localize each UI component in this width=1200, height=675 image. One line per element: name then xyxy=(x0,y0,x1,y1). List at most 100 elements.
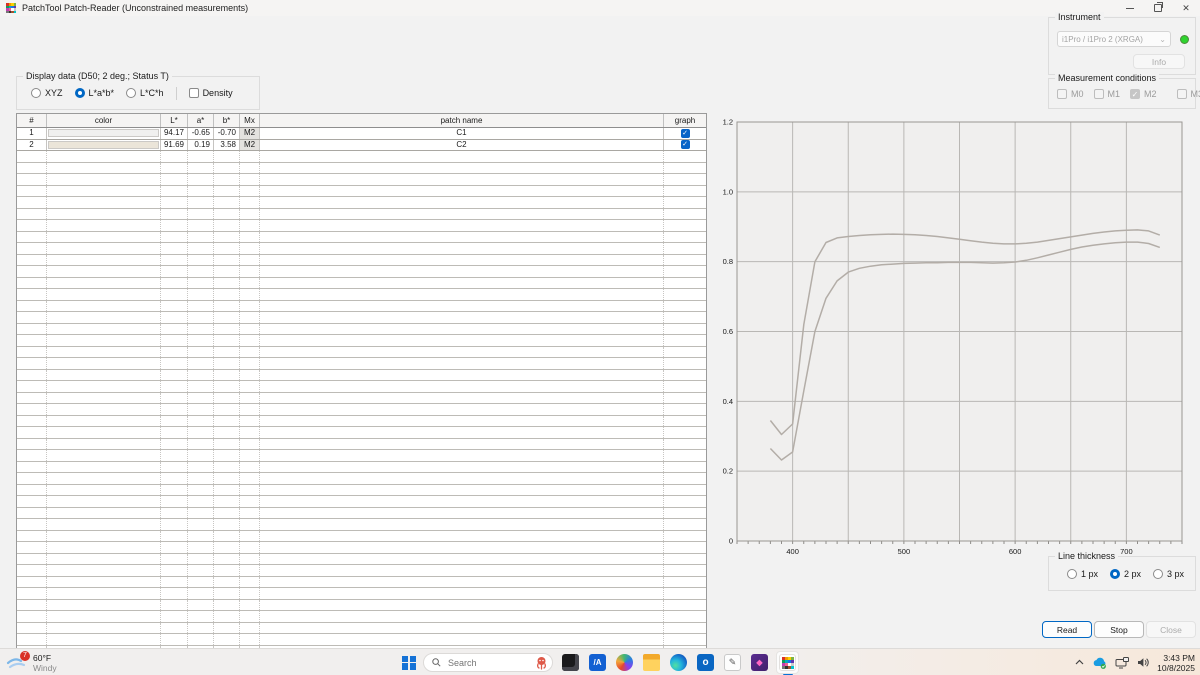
app-icon-dark-glyph xyxy=(562,654,579,671)
graph-checkbox[interactable] xyxy=(681,129,690,138)
cell-a: 0.19 xyxy=(188,140,214,151)
option-label: 3 px xyxy=(1167,569,1184,579)
option-label: L*C*h xyxy=(140,88,164,98)
empty-table-row xyxy=(17,151,706,163)
info-button: Info xyxy=(1133,54,1185,69)
app-icon xyxy=(6,3,16,13)
cell-num: 1 xyxy=(17,128,47,139)
search-icon xyxy=(432,658,441,667)
empty-table-row xyxy=(17,439,706,451)
cell-L: 94.17 xyxy=(161,128,188,139)
radio-l-c-h[interactable]: L*C*h xyxy=(126,88,164,98)
weather-temp: 60°F xyxy=(33,653,57,663)
restore-icon xyxy=(1154,4,1162,12)
empty-table-row xyxy=(17,301,706,313)
radio-2-px[interactable]: 2 px xyxy=(1110,569,1141,579)
checkbox-control-icon[interactable] xyxy=(189,88,199,98)
measurement-conditions-group: Measurement conditions M0M1M2M3 xyxy=(1048,78,1196,109)
start-button[interactable] xyxy=(402,656,416,670)
svg-text:0: 0 xyxy=(729,537,733,546)
empty-table-row xyxy=(17,347,706,359)
empty-table-row xyxy=(17,404,706,416)
radio-3-px[interactable]: 3 px xyxy=(1153,569,1184,579)
instrument-select-value: i1Pro / i1Pro 2 (XRGA) xyxy=(1062,35,1143,44)
stop-button[interactable]: Stop xyxy=(1094,621,1144,638)
system-tray: 3:43 PM 10/8/2025 xyxy=(1075,649,1195,675)
instrument-select: i1Pro / i1Pro 2 (XRGA) ⌄ xyxy=(1057,31,1171,47)
empty-table-row xyxy=(17,197,706,209)
color-swatch xyxy=(48,129,159,137)
empty-table-row xyxy=(17,600,706,612)
app-icon-blue-slash-a-glyph: /A xyxy=(589,654,606,671)
empty-table-row xyxy=(17,531,706,543)
radio-control-icon[interactable] xyxy=(1153,569,1163,579)
table-row[interactable]: 291.690.193.58M2C2 xyxy=(17,140,706,152)
svg-text:0.4: 0.4 xyxy=(723,397,733,406)
instrument-group-label: Instrument xyxy=(1055,12,1104,22)
empty-table-row xyxy=(17,278,706,290)
svg-text:1.2: 1.2 xyxy=(723,118,733,127)
svg-text:1.0: 1.0 xyxy=(723,187,733,196)
radio-control-icon[interactable] xyxy=(1067,569,1077,579)
empty-table-row xyxy=(17,163,706,175)
taskbar-clock[interactable]: 3:43 PM 10/8/2025 xyxy=(1157,653,1195,673)
copilot-icon-glyph xyxy=(616,654,633,671)
empty-table-row xyxy=(17,312,706,324)
empty-table-row xyxy=(17,519,706,531)
table-row[interactable]: 194.17-0.65-0.70M2C1 xyxy=(17,128,706,140)
empty-table-row xyxy=(17,266,706,278)
radio-control-icon[interactable] xyxy=(1110,569,1120,579)
search-highlight-image xyxy=(534,655,549,670)
close-button: Close xyxy=(1146,621,1196,638)
radio-l-a-b-[interactable]: L*a*b* xyxy=(75,88,115,98)
column-header: patch name xyxy=(260,114,664,127)
app-icon-purple[interactable]: ◆ xyxy=(749,652,770,673)
cell-num: 2 xyxy=(17,140,47,151)
minimize-button[interactable] xyxy=(1116,0,1144,16)
onedrive-icon[interactable] xyxy=(1092,657,1107,669)
window-titlebar: PatchTool Patch-Reader (Unconstrained me… xyxy=(0,0,1200,16)
option-label: Density xyxy=(203,88,233,98)
network-display-icon[interactable] xyxy=(1115,657,1129,669)
empty-table-row xyxy=(17,186,706,198)
radio-1-px[interactable]: 1 px xyxy=(1067,569,1098,579)
search-box[interactable] xyxy=(423,653,553,672)
radio-control-icon[interactable] xyxy=(126,88,136,98)
search-input[interactable] xyxy=(446,657,529,669)
file-explorer-icon[interactable] xyxy=(641,652,662,673)
radio-control-icon[interactable] xyxy=(31,88,41,98)
cell-name: C1 xyxy=(260,128,664,139)
copilot-icon[interactable] xyxy=(614,652,635,673)
app-icon-blue-slash-a[interactable]: /A xyxy=(587,652,608,673)
svg-text:500: 500 xyxy=(898,547,911,556)
chevron-down-icon: ⌄ xyxy=(1159,35,1166,44)
radio-xyz[interactable]: XYZ xyxy=(31,88,63,98)
check-control-icon xyxy=(1057,89,1067,99)
empty-table-row xyxy=(17,232,706,244)
app-icon-dark[interactable] xyxy=(560,652,581,673)
graph-checkbox[interactable] xyxy=(681,140,690,149)
empty-table-row xyxy=(17,324,706,336)
radio-control-icon[interactable] xyxy=(75,88,85,98)
volume-icon[interactable] xyxy=(1137,657,1149,668)
tray-chevron-up-icon[interactable] xyxy=(1075,659,1084,666)
notepad-icon[interactable]: ✎ xyxy=(722,652,743,673)
empty-table-row xyxy=(17,174,706,186)
app-icon-purple-glyph: ◆ xyxy=(751,654,768,671)
empty-table-row xyxy=(17,427,706,439)
restore-button[interactable] xyxy=(1144,0,1172,16)
option-label: M0 xyxy=(1071,89,1084,99)
window-title: PatchTool Patch-Reader (Unconstrained me… xyxy=(22,0,248,16)
patch-table: #colorL*a*b*Mxpatch namegraph194.17-0.65… xyxy=(16,113,707,675)
cell-mx: M2 xyxy=(240,128,260,139)
outlook-icon[interactable]: o xyxy=(695,652,716,673)
patchtool-taskbar-icon[interactable] xyxy=(776,651,799,674)
close-window-button[interactable]: ✕ xyxy=(1172,0,1200,16)
clock-date: 10/8/2025 xyxy=(1157,663,1195,673)
minimize-icon xyxy=(1126,8,1134,9)
weather-widget[interactable]: 7 60°F Windy xyxy=(6,649,57,675)
notification-badge: 7 xyxy=(20,651,30,661)
read-button[interactable]: Read xyxy=(1042,621,1092,638)
edge-icon[interactable] xyxy=(668,652,689,673)
checkbox-density[interactable]: Density xyxy=(189,88,233,98)
